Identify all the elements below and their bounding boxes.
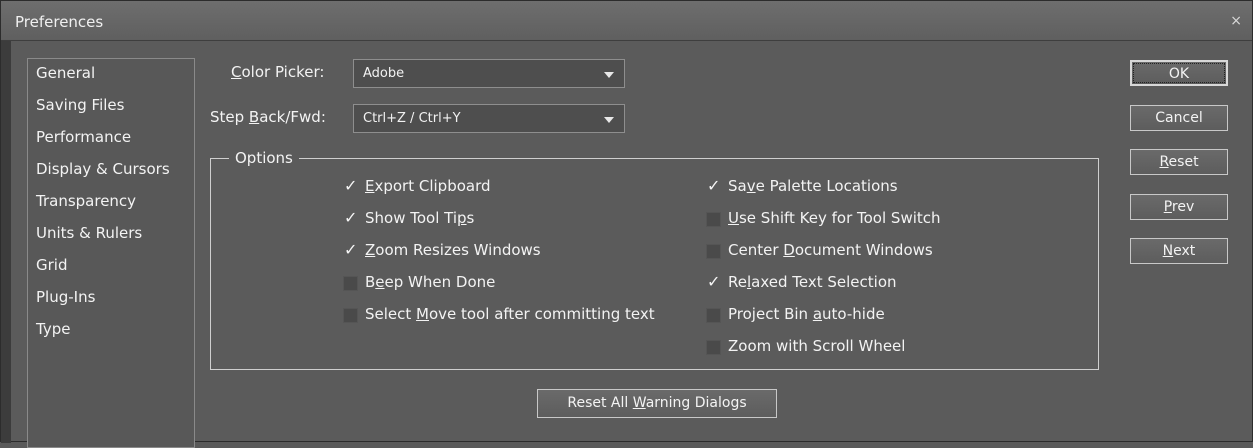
checkbox-checked-icon[interactable]: ✓ <box>706 176 721 195</box>
step-back-select[interactable]: Ctrl+Z / Ctrl+Y <box>353 104 625 133</box>
color-picker-value: Adobe <box>363 66 405 81</box>
checkbox-unchecked-icon[interactable] <box>706 212 721 227</box>
checkmark-icon: ✓ <box>707 272 721 291</box>
step-back-label: Step Back/Fwd: <box>210 108 326 126</box>
checkmark-icon: ✓ <box>344 176 358 195</box>
checkbox-label: Center Document Windows <box>728 241 933 259</box>
sidebar-item-transparency[interactable]: Transparency <box>36 192 136 216</box>
checkmark-icon: ✓ <box>707 176 721 195</box>
checkbox-label: Export Clipboard <box>365 177 491 195</box>
checkbox-checked-icon[interactable]: ✓ <box>343 176 358 195</box>
sidebar-item-general[interactable]: General <box>36 64 95 88</box>
window-edge <box>1 41 11 443</box>
preferences-dialog: Preferences × General Saving Files Perfo… <box>0 0 1253 448</box>
step-back-value: Ctrl+Z / Ctrl+Y <box>363 111 461 126</box>
sidebar-item-units-rulers[interactable]: Units & Rulers <box>36 224 142 248</box>
checkbox-label: Show Tool Tips <box>365 209 475 227</box>
options-group-title: Options <box>229 149 299 167</box>
sidebar-item-performance[interactable]: Performance <box>36 128 131 152</box>
checkbox-unchecked-icon[interactable] <box>343 276 358 291</box>
category-list: General Saving Files Performance Display… <box>27 58 195 448</box>
checkmark-icon: ✓ <box>344 208 358 227</box>
checkbox-checked-icon[interactable]: ✓ <box>706 272 721 291</box>
ok-button[interactable]: OK <box>1130 60 1228 86</box>
color-picker-select[interactable]: Adobe <box>353 59 625 88</box>
sidebar-item-display-cursors[interactable]: Display & Cursors <box>36 160 170 184</box>
checkbox-label: Select Move tool after committing text <box>365 305 655 323</box>
checkbox-label: Beep When Done <box>365 273 496 291</box>
checkbox-checked-icon[interactable]: ✓ <box>343 208 358 227</box>
checkbox-checked-icon[interactable]: ✓ <box>343 240 358 259</box>
chevron-down-icon <box>604 72 614 78</box>
checkbox-label: Project Bin auto-hide <box>728 305 885 323</box>
next-button[interactable]: Next <box>1130 238 1228 264</box>
checkbox-label: Use Shift Key for Tool Switch <box>728 209 941 227</box>
title-bar[interactable]: Preferences × <box>1 1 1252 41</box>
chevron-down-icon <box>604 117 614 123</box>
checkbox-unchecked-icon[interactable] <box>706 340 721 355</box>
color-picker-label: Color Picker: <box>231 63 325 81</box>
checkbox-unchecked-icon[interactable] <box>343 308 358 323</box>
sidebar-item-grid[interactable]: Grid <box>36 256 67 280</box>
close-icon[interactable]: × <box>1230 13 1242 29</box>
prev-button[interactable]: Prev <box>1130 194 1228 220</box>
checkbox-unchecked-icon[interactable] <box>706 244 721 259</box>
reset-all-warning-dialogs-button[interactable]: Reset All Warning Dialogs <box>537 389 777 418</box>
checkbox-label: Save Palette Locations <box>728 177 898 195</box>
checkmark-icon: ✓ <box>344 240 358 259</box>
checkbox-label: Relaxed Text Selection <box>728 273 897 291</box>
sidebar-item-type[interactable]: Type <box>36 320 70 344</box>
sidebar-item-plug-ins[interactable]: Plug-Ins <box>36 288 95 312</box>
checkbox-unchecked-icon[interactable] <box>706 308 721 323</box>
sidebar-item-saving-files[interactable]: Saving Files <box>36 96 124 120</box>
dialog-title: Preferences <box>15 13 104 31</box>
reset-button[interactable]: Reset <box>1130 149 1228 175</box>
cancel-button[interactable]: Cancel <box>1130 105 1228 131</box>
checkbox-label: Zoom with Scroll Wheel <box>728 337 906 355</box>
checkbox-label: Zoom Resizes Windows <box>365 241 541 259</box>
